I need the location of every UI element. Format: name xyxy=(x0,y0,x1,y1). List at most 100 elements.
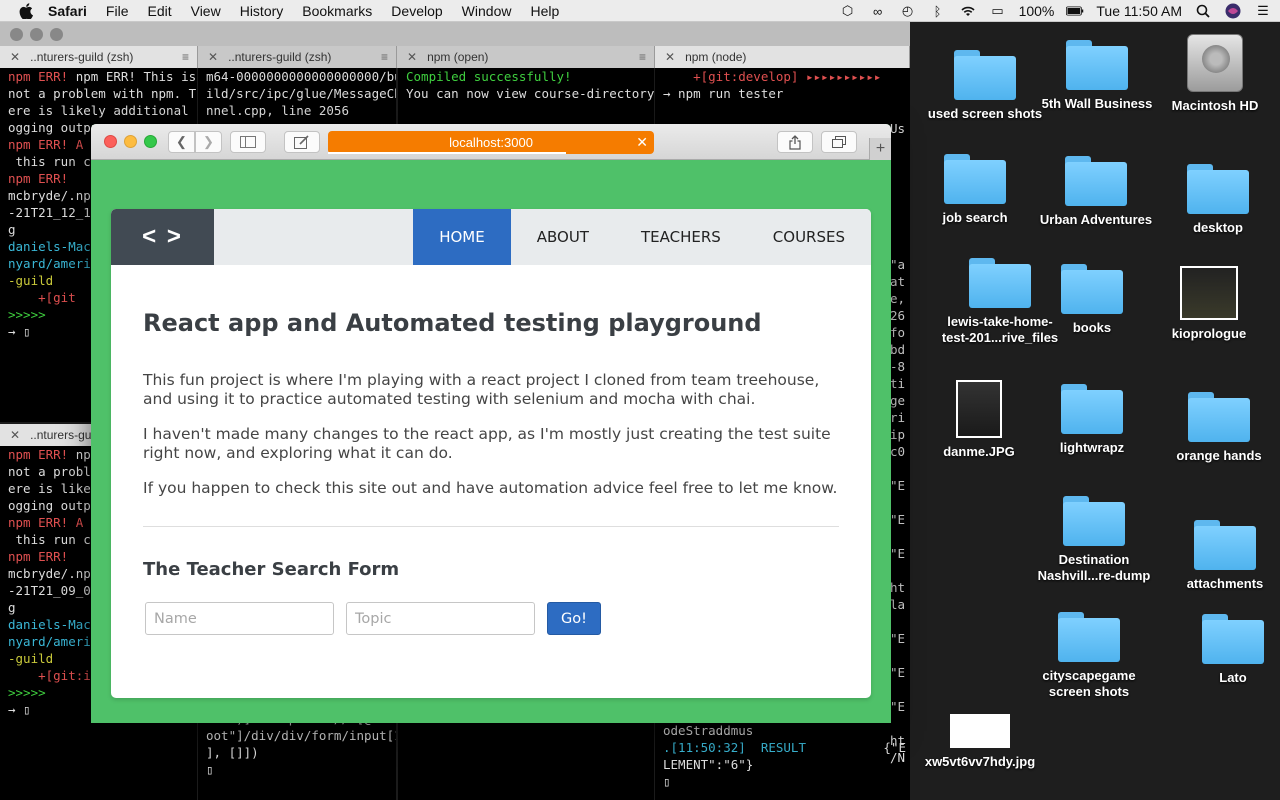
desktop-folder[interactable]: Urban Adventures xyxy=(1031,156,1161,228)
glasses-icon[interactable]: ∞ xyxy=(869,3,887,19)
terminal-line: → npm run tester xyxy=(663,86,784,101)
back-button[interactable]: ❮ xyxy=(168,131,195,153)
tabs-overview-button[interactable] xyxy=(821,131,857,153)
time-machine-icon[interactable]: ◴ xyxy=(899,3,917,19)
share-button[interactable] xyxy=(777,131,813,153)
window-zoom-icon[interactable] xyxy=(144,135,157,148)
apple-menu-icon[interactable] xyxy=(16,1,36,21)
bluetooth-icon[interactable]: ᛒ xyxy=(929,3,947,19)
terminal-line: c0 xyxy=(890,444,906,459)
desktop-folder[interactable]: Lato xyxy=(1168,614,1280,686)
terminal-cursor: ▯ xyxy=(206,762,214,777)
desktop-folder[interactable]: lightwrapz xyxy=(1027,384,1157,456)
terminal-line: -8 xyxy=(890,359,906,374)
close-icon[interactable]: ✕ xyxy=(665,50,675,64)
menu-help[interactable]: Help xyxy=(530,3,559,19)
desktop-folder[interactable]: job search xyxy=(910,154,1040,226)
menu-view[interactable]: View xyxy=(191,3,221,19)
terminal-line: oot"]/div/div/form/input[1] xyxy=(206,728,396,743)
menu-app-safari[interactable]: Safari xyxy=(48,3,87,19)
topic-input[interactable] xyxy=(346,602,535,635)
terminal-pane-2[interactable]: m64-0000000000000000000/bu ild/src/ipc/g… xyxy=(198,68,396,128)
window-close-icon[interactable] xyxy=(104,135,117,148)
go-button[interactable]: Go! xyxy=(547,602,601,635)
menu-icon[interactable]: ≡ xyxy=(639,50,646,64)
desktop-folder[interactable]: desktop xyxy=(1153,164,1280,236)
desktop-folder[interactable]: used screen shots xyxy=(920,50,1050,122)
menu-develop[interactable]: Develop xyxy=(391,3,442,19)
terminal-pane-3[interactable]: Compiled successfully! You can now view … xyxy=(398,68,654,128)
name-input[interactable] xyxy=(145,602,334,635)
terminal-close-icon[interactable] xyxy=(10,28,23,41)
terminal-line: You can now view course-directory i xyxy=(406,86,654,101)
terminal-line: la xyxy=(890,597,906,612)
menu-window[interactable]: Window xyxy=(462,3,512,19)
close-icon[interactable]: ✕ xyxy=(407,50,417,64)
terminal-line: "a xyxy=(890,257,906,272)
terminal-line: at xyxy=(890,274,906,289)
desktop-folder[interactable]: Destination Nashvill...re-dump xyxy=(1029,496,1159,584)
folder-icon xyxy=(1058,612,1120,662)
desktop-file[interactable]: danme.JPG xyxy=(914,380,1044,460)
desktop-drive[interactable]: Macintosh HD xyxy=(1150,34,1280,114)
compose-icon xyxy=(294,135,309,149)
terminal-titlebar xyxy=(0,22,910,46)
window-minimize-icon[interactable] xyxy=(124,135,137,148)
terminal-tab-1[interactable]: ✕ ..nturers-guild (zsh) ≡ xyxy=(0,46,198,68)
menu-bookmarks[interactable]: Bookmarks xyxy=(302,3,372,19)
menu-edit[interactable]: Edit xyxy=(147,3,171,19)
terminal-line: ge xyxy=(890,393,906,408)
terminal-tab-3[interactable]: ✕ npm (open) ≡ xyxy=(397,46,655,68)
nav-about[interactable]: ABOUT xyxy=(511,209,615,265)
notification-center-icon[interactable]: ☰ xyxy=(1254,3,1272,19)
desktop-folder[interactable]: cityscapegame screen shots xyxy=(1024,612,1154,700)
terminal-minimize-icon[interactable] xyxy=(30,28,43,41)
desktop: used screen shots 5th Wall Business Maci… xyxy=(910,22,1280,800)
terminal-zoom-icon[interactable] xyxy=(50,28,63,41)
spotlight-search-icon[interactable] xyxy=(1194,3,1212,19)
terminal-line: npm ERR! npm ERR! This is probably xyxy=(8,69,197,84)
site-logo[interactable]: < > xyxy=(111,209,214,265)
menu-history[interactable]: History xyxy=(240,3,284,19)
airplay-icon[interactable]: ▭ xyxy=(989,3,1007,19)
desktop-folder[interactable]: books xyxy=(1027,264,1157,336)
wifi-icon[interactable] xyxy=(959,3,977,19)
siri-icon[interactable] xyxy=(1224,3,1242,19)
clock[interactable]: Tue 11:50 AM xyxy=(1096,3,1182,19)
new-tab-button[interactable]: + xyxy=(869,138,891,160)
desktop-file[interactable]: kioprologue xyxy=(1144,266,1274,342)
battery-icon[interactable] xyxy=(1066,3,1084,19)
forward-button[interactable]: ❯ xyxy=(195,131,222,153)
close-icon[interactable]: ✕ xyxy=(10,50,20,64)
terminal-pane-3-bottom[interactable] xyxy=(398,723,654,800)
desktop-folder[interactable]: attachments xyxy=(1160,520,1280,592)
close-icon[interactable]: ✕ xyxy=(10,428,20,442)
folder-icon xyxy=(1202,614,1264,664)
terminal-line: Compiled successfully! xyxy=(406,69,572,84)
nav-courses[interactable]: COURSES xyxy=(747,209,871,265)
address-bar[interactable]: localhost:3000 ✕ xyxy=(328,131,654,154)
chevron-left-icon: ❮ xyxy=(176,134,187,149)
terminal-tab-2[interactable]: ✕ ..nturers-guild (zsh) ≡ xyxy=(198,46,397,68)
reader-notes-button[interactable] xyxy=(284,131,320,153)
desktop-folder[interactable]: 5th Wall Business xyxy=(1032,40,1162,112)
sidebar-button[interactable] xyxy=(230,131,266,153)
desktop-folder[interactable]: orange hands xyxy=(1154,392,1280,464)
close-icon[interactable]: ✕ xyxy=(208,50,218,64)
folder-icon xyxy=(969,258,1031,308)
desktop-file[interactable]: xw5vt6vv7hdy.jpg xyxy=(915,714,1045,770)
terminal-pane-6[interactable]: E36D)] -> xpath: //*[@id="r oot"]/div/di… xyxy=(198,710,396,800)
stop-loading-icon[interactable]: ✕ xyxy=(636,134,648,151)
dropbox-icon[interactable]: ⬡ xyxy=(839,3,857,19)
nav-home[interactable]: HOME xyxy=(413,209,511,265)
terminal-tab-4[interactable]: ✕ npm (node) xyxy=(655,46,910,68)
menu-file[interactable]: File xyxy=(106,3,129,19)
menu-icon[interactable]: ≡ xyxy=(182,50,189,64)
terminal-line: not a problem with npm. Th xyxy=(8,86,197,101)
menu-icon[interactable]: ≡ xyxy=(381,50,388,64)
nav-teachers[interactable]: TEACHERS xyxy=(615,209,747,265)
